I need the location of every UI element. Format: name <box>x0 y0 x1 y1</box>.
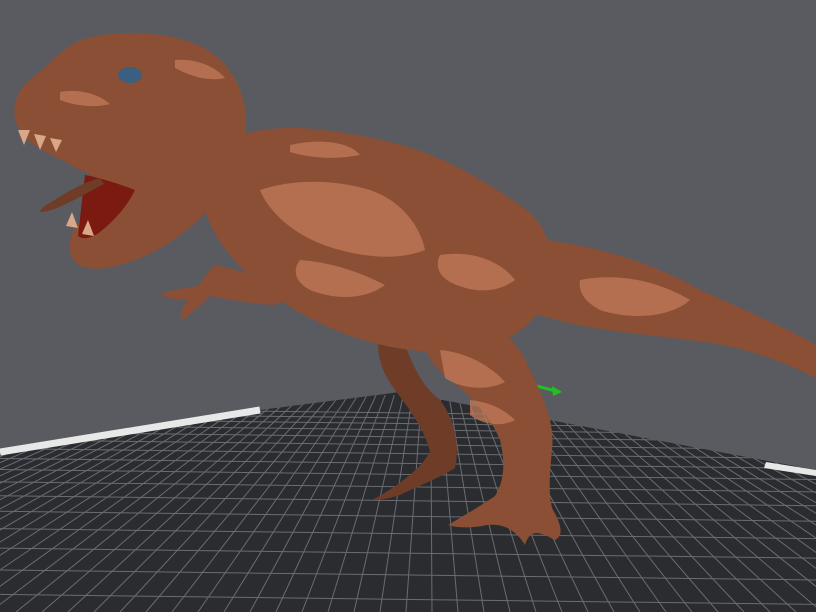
scene-canvas[interactable] <box>0 0 816 612</box>
x-axis-arrow-icon <box>552 386 562 396</box>
trex-eye <box>118 67 142 83</box>
build-plate <box>0 392 816 612</box>
3d-viewport[interactable] <box>0 0 816 612</box>
